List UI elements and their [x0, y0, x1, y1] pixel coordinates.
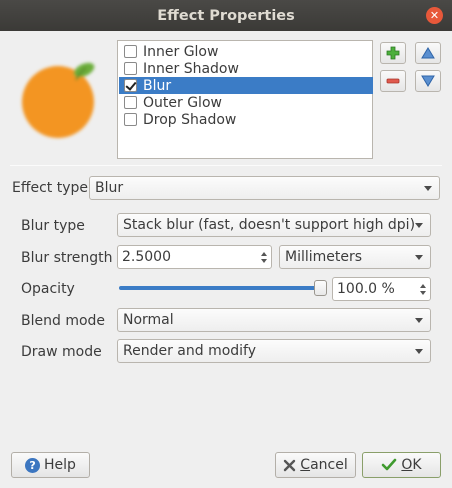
effect-list[interactable]: Inner Glow Inner Shadow Blur Outer Glow …: [117, 40, 373, 159]
effect-checkbox[interactable]: [124, 45, 137, 58]
chevron-down-icon: [415, 223, 423, 228]
blur-type-combo[interactable]: Stack blur (fast, doesn't support high d…: [117, 213, 431, 237]
chevron-down-icon: [415, 318, 423, 323]
spin-down-icon[interactable]: [420, 290, 426, 295]
blend-mode-combo[interactable]: Normal: [117, 308, 431, 332]
remove-effect-button[interactable]: [380, 70, 406, 92]
move-up-button[interactable]: [415, 42, 441, 64]
blur-type-label: Blur type: [21, 218, 85, 234]
blur-strength-label: Blur strength: [21, 250, 113, 266]
plus-icon: [386, 46, 400, 60]
effect-preview-image: [22, 62, 95, 138]
move-down-button[interactable]: [415, 70, 441, 92]
blend-mode-value: Normal: [123, 312, 174, 328]
cancel-button-label: Cancel: [300, 457, 347, 473]
effect-checkbox[interactable]: [124, 62, 137, 75]
minus-icon: [386, 78, 400, 84]
arrow-down-icon: [421, 75, 435, 87]
cancel-mnemonic: C: [300, 457, 311, 473]
effect-item-outer-glow[interactable]: Outer Glow: [119, 94, 373, 111]
cancel-icon: [284, 459, 296, 471]
ok-mnemonic: O: [401, 457, 413, 473]
effect-item-label: Inner Shadow: [143, 60, 239, 77]
opacity-input[interactable]: 100.0 %: [332, 277, 431, 301]
checkmark-icon: [382, 458, 397, 471]
ok-button-label: OK: [401, 457, 421, 473]
cancel-button[interactable]: Cancel: [275, 452, 356, 478]
effect-item-label: Outer Glow: [143, 94, 222, 111]
window-title: Effect Properties: [157, 7, 295, 24]
blur-strength-input[interactable]: 2.5000: [117, 245, 272, 269]
effect-item-inner-glow[interactable]: Inner Glow: [119, 43, 373, 60]
cancel-label-rest: ancel: [310, 457, 348, 473]
blend-mode-label: Blend mode: [21, 313, 106, 329]
effect-item-label: Blur: [143, 77, 172, 94]
effect-item-drop-shadow[interactable]: Drop Shadow: [119, 111, 373, 128]
draw-mode-combo[interactable]: Render and modify: [117, 339, 431, 363]
chevron-down-icon: [415, 255, 423, 260]
effect-type-label: Effect type: [12, 180, 89, 196]
effect-item-inner-shadow[interactable]: Inner Shadow: [119, 60, 373, 77]
ok-button[interactable]: OK: [362, 452, 441, 478]
title-bar: Effect Properties ✕: [0, 0, 452, 31]
effect-type-value: Blur: [95, 180, 124, 196]
chevron-down-icon: [424, 186, 432, 191]
separator: [10, 165, 442, 166]
help-icon: ?: [25, 457, 41, 473]
effect-item-blur[interactable]: Blur: [119, 77, 373, 94]
opacity-slider-track[interactable]: [119, 286, 323, 290]
effect-checkbox[interactable]: [124, 96, 137, 109]
effect-item-label: Drop Shadow: [143, 111, 237, 128]
blur-unit-value: Millimeters: [285, 249, 363, 265]
effect-checkbox[interactable]: [124, 79, 137, 92]
spin-up-icon[interactable]: [261, 251, 267, 256]
draw-mode-value: Render and modify: [123, 343, 257, 359]
arrow-up-icon: [421, 47, 435, 59]
blur-unit-combo[interactable]: Millimeters: [279, 245, 431, 269]
draw-mode-label: Draw mode: [21, 344, 102, 360]
close-icon[interactable]: ✕: [426, 7, 443, 24]
spinner-arrows[interactable]: [257, 246, 271, 268]
blur-type-value: Stack blur (fast, doesn't support high d…: [123, 217, 416, 233]
chevron-down-icon: [415, 349, 423, 354]
blur-strength-value: 2.5000: [122, 249, 171, 265]
spin-up-icon[interactable]: [420, 283, 426, 288]
spinner-arrows[interactable]: [416, 278, 430, 300]
effect-type-combo[interactable]: Blur: [89, 176, 440, 200]
ok-label-rest: K: [412, 457, 422, 473]
effect-item-label: Inner Glow: [143, 43, 219, 60]
effect-checkbox[interactable]: [124, 113, 137, 126]
help-button-label: Help: [44, 457, 76, 473]
help-button[interactable]: ? Help: [11, 452, 90, 478]
opacity-value: 100.0 %: [337, 281, 395, 297]
opacity-label: Opacity: [21, 281, 75, 297]
spin-down-icon[interactable]: [261, 258, 267, 263]
add-effect-button[interactable]: [380, 42, 406, 64]
opacity-slider-handle[interactable]: [314, 280, 327, 296]
